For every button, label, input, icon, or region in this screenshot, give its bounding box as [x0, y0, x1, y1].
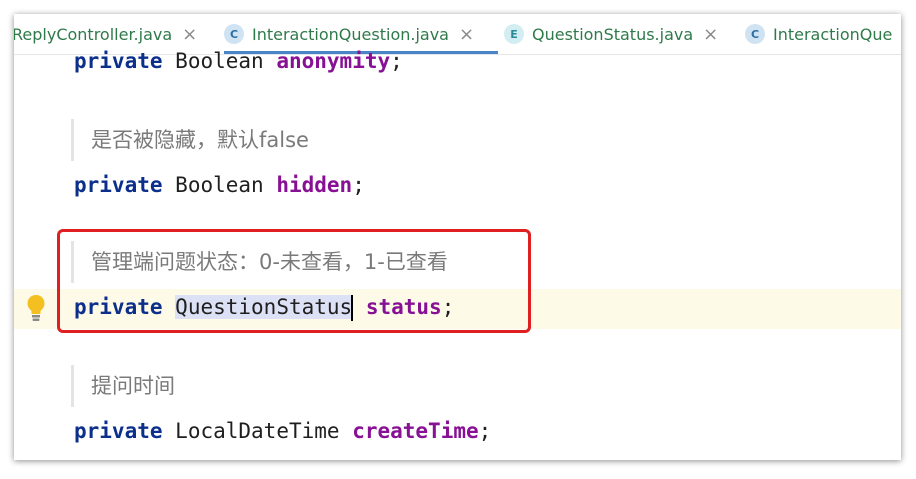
tab-label: InteractionQuestion.java: [252, 24, 449, 44]
tab-label: InteractionQue: [773, 24, 893, 44]
tab-interaction-question[interactable]: C InteractionQuestion.java ×: [224, 14, 498, 54]
class-icon: C: [745, 24, 765, 44]
semicolon: ;: [352, 173, 365, 197]
field-name: hidden: [276, 173, 353, 197]
enum-icon: E: [504, 24, 524, 44]
type-name: Boolean: [175, 49, 264, 73]
code-line-anonymity[interactable]: private Boolean anonymity;: [74, 49, 403, 73]
code-line-hidden[interactable]: private Boolean hidden;: [74, 173, 365, 197]
tab-reply-controller[interactable]: ReplyController.java ×: [14, 14, 197, 54]
field-name: createTime: [352, 419, 479, 443]
tab-label: ReplyController.java: [14, 24, 173, 44]
semicolon: ;: [478, 419, 492, 443]
annotation-highlight-box: [57, 229, 531, 333]
doc-comment-create-time: 提问时间: [71, 365, 175, 407]
tab-label: QuestionStatus.java: [532, 24, 694, 44]
keyword: private: [74, 419, 163, 443]
close-icon[interactable]: ×: [459, 24, 474, 45]
type-name: LocalDateTime: [175, 419, 340, 443]
close-icon[interactable]: ×: [703, 24, 718, 45]
tab-question-status[interactable]: E QuestionStatus.java ×: [504, 14, 718, 54]
tab-interaction-que[interactable]: C InteractionQue: [745, 14, 892, 54]
code-line-create-time[interactable]: private LocalDateTime createTime;: [74, 419, 491, 443]
class-icon: C: [224, 24, 244, 44]
code-editor[interactable]: private Boolean anonymity; 是否被隐藏，默认false…: [14, 49, 901, 460]
type-name: Boolean: [175, 173, 264, 197]
keyword: private: [74, 173, 163, 197]
keyword: private: [74, 49, 163, 73]
doc-comment-hidden: 是否被隐藏，默认false: [71, 119, 309, 161]
ide-window: ReplyController.java × C InteractionQues…: [14, 14, 901, 460]
field-name: anonymity: [276, 49, 391, 73]
lightbulb-icon[interactable]: [26, 294, 46, 322]
close-icon[interactable]: ×: [182, 24, 197, 45]
semicolon: ;: [390, 49, 403, 73]
